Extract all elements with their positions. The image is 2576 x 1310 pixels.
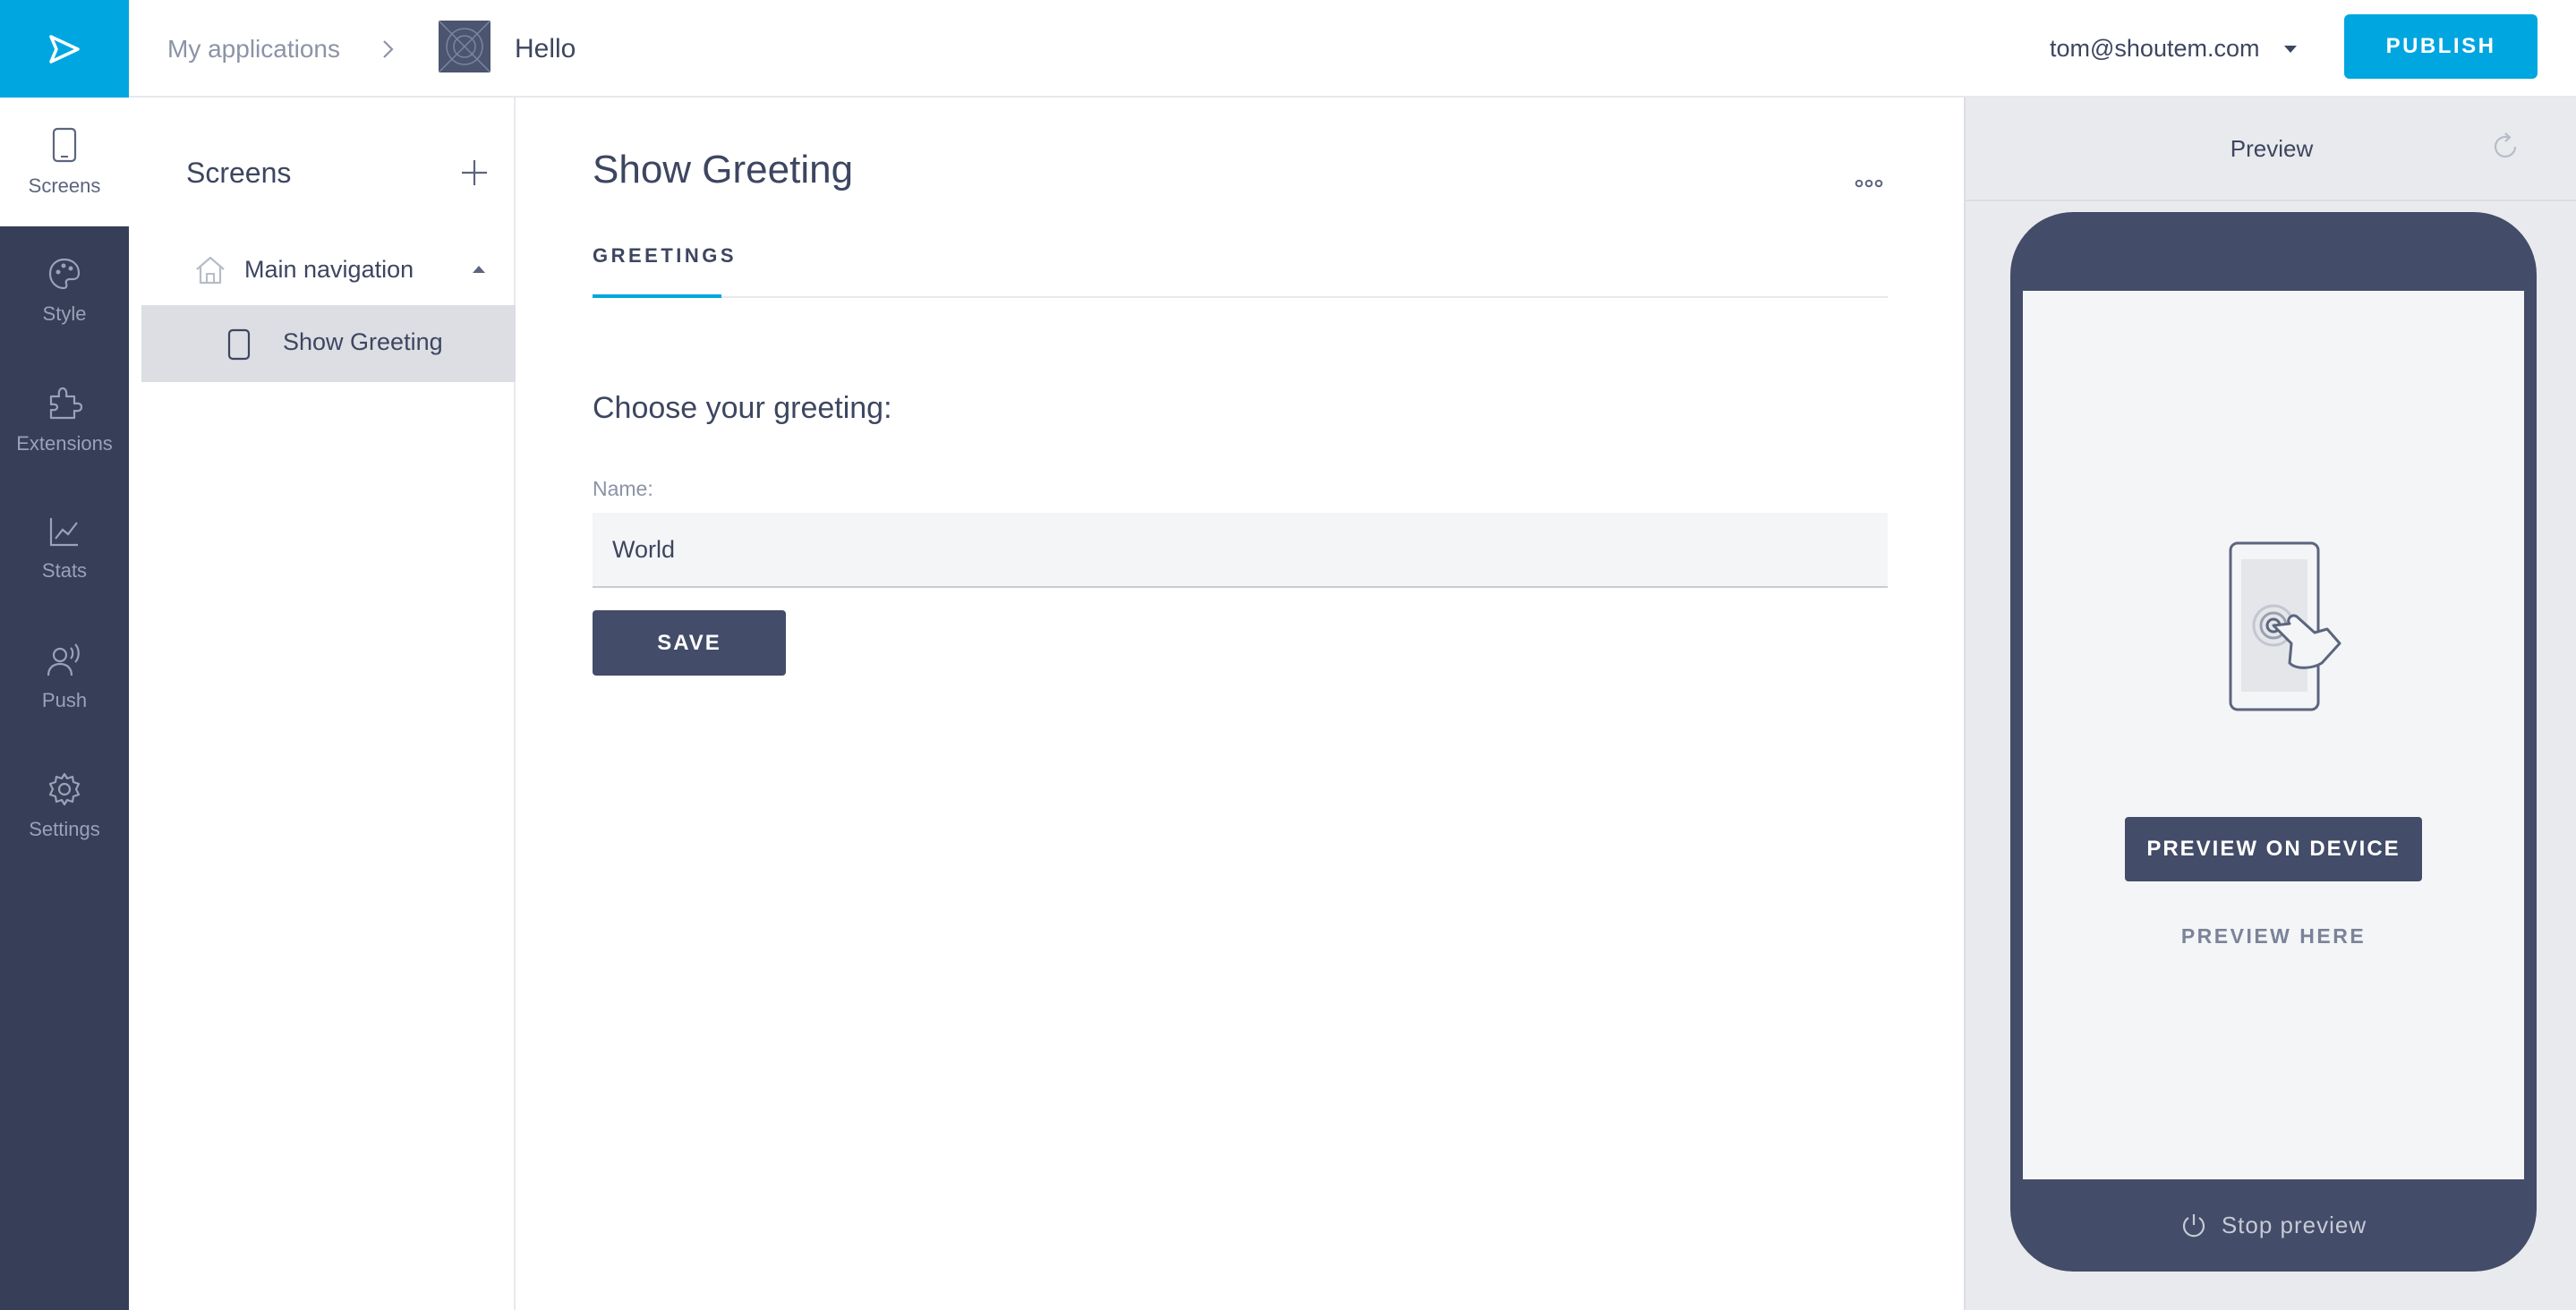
refresh-icon[interactable] <box>2490 132 2521 162</box>
left-rail: Screens Style Extensions Stats Push Sett… <box>0 98 129 1310</box>
account-email: tom@shoutem.com <box>2050 35 2260 62</box>
caret-up-icon[interactable] <box>471 264 487 275</box>
gear-icon <box>48 772 81 806</box>
app-thumbnail-icon <box>439 21 490 72</box>
more-icon <box>1855 179 1883 188</box>
page-title: Show Greeting <box>593 148 854 191</box>
add-screen-button[interactable] <box>456 155 492 191</box>
preview-here-link[interactable]: PREVIEW HERE <box>2023 924 2524 948</box>
rail-item-style[interactable]: Style <box>0 226 129 355</box>
tab-greetings[interactable]: GREETINGS <box>593 244 734 298</box>
rail-item-label: Push <box>41 689 88 711</box>
stop-preview-label: Stop preview <box>2221 1211 2367 1238</box>
more-options-button[interactable] <box>1851 166 1887 201</box>
rail-item-label: Extensions <box>16 432 113 455</box>
rail-item-label: Settings <box>29 818 100 840</box>
top-bar: My applications Hello tom@shoutem.com PU… <box>0 0 2576 98</box>
puzzle-icon <box>49 387 83 420</box>
tab-bar: GREETINGS <box>593 244 1888 298</box>
save-button[interactable]: SAVE <box>593 610 786 676</box>
preview-panel: Preview PREVIEW ON DEVICE PREVIEW HERE S… <box>1964 98 2576 1310</box>
rail-item-stats[interactable]: Stats <box>0 484 129 613</box>
rail-item-label: Screens <box>28 174 101 197</box>
preview-header: Preview <box>1966 98 2576 201</box>
screens-title: Screens <box>186 157 292 189</box>
preview-on-device-button[interactable]: PREVIEW ON DEVICE <box>2125 817 2422 881</box>
name-field-label: Name: <box>593 477 653 500</box>
shoutem-logo[interactable] <box>0 0 129 98</box>
rail-item-label: Style <box>42 302 87 325</box>
rail-item-push[interactable]: Push <box>0 613 129 742</box>
tap-device-illustration-icon <box>2229 541 2341 711</box>
logo-icon <box>49 34 80 64</box>
rail-item-label: Stats <box>41 559 88 582</box>
account-menu[interactable]: tom@shoutem.com <box>2050 0 2299 98</box>
screen-item-label: Show Greeting <box>283 328 443 355</box>
push-icon <box>47 643 80 676</box>
device-frame: PREVIEW ON DEVICE PREVIEW HERE Stop prev… <box>2010 212 2537 1272</box>
screen-item-show-greeting[interactable]: Show Greeting <box>141 305 516 382</box>
device-screen: PREVIEW ON DEVICE PREVIEW HERE <box>2023 291 2524 1179</box>
phone-icon <box>52 127 77 163</box>
home-icon <box>196 256 225 285</box>
preview-title: Preview <box>2230 135 2314 162</box>
breadcrumb-my-applications[interactable]: My applications <box>167 0 340 98</box>
rail-item-extensions[interactable]: Extensions <box>0 355 129 484</box>
rail-item-screens[interactable]: Screens <box>0 98 129 226</box>
chevron-right-icon <box>380 0 397 98</box>
palette-icon <box>48 258 81 290</box>
section-heading: Choose your greeting: <box>593 391 892 425</box>
rail-item-settings[interactable]: Settings <box>0 742 129 871</box>
app-name[interactable]: Hello <box>515 0 576 98</box>
stop-preview-button[interactable]: Stop preview <box>2010 1207 2537 1243</box>
screens-panel: Screens Main navigation Show Greeting <box>129 98 516 1310</box>
publish-button[interactable]: PUBLISH <box>2344 14 2538 79</box>
caret-down-icon <box>2284 45 2298 53</box>
main-navigation-row[interactable]: Main navigation <box>129 234 516 305</box>
main-navigation-label: Main navigation <box>244 255 414 283</box>
chart-icon <box>49 518 78 547</box>
plus-icon <box>462 160 487 185</box>
app-thumbnail[interactable] <box>439 21 490 72</box>
power-icon <box>2182 1214 2205 1238</box>
name-input[interactable] <box>593 513 1888 588</box>
main-content: Show Greeting GREETINGS Choose your gree… <box>516 98 1964 1310</box>
phone-icon <box>227 328 251 361</box>
